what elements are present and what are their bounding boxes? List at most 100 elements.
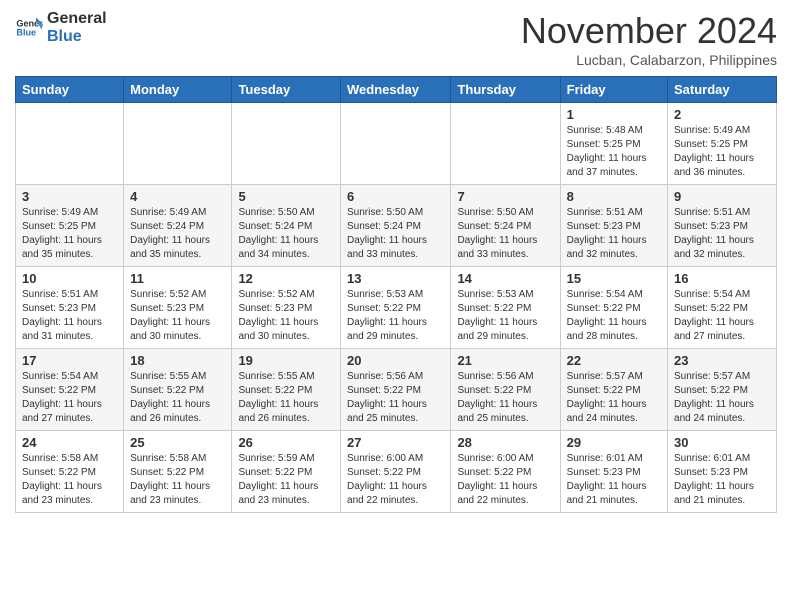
calendar-cell: 3 Sunrise: 5:49 AMSunset: 5:25 PMDaylight…	[16, 185, 124, 267]
day-number: 12	[238, 271, 334, 286]
day-info: Sunrise: 5:52 AMSunset: 5:23 PMDaylight:…	[238, 288, 334, 344]
day-info: Sunrise: 5:58 AMSunset: 5:22 PMDaylight:…	[22, 452, 117, 508]
day-number: 28	[457, 435, 553, 450]
week-row-2: 3 Sunrise: 5:49 AMSunset: 5:25 PMDaylight…	[16, 185, 777, 267]
calendar-cell: 27 Sunrise: 6:00 AMSunset: 5:22 PMDayligh…	[341, 431, 451, 513]
day-info: Sunrise: 5:53 AMSunset: 5:22 PMDaylight:…	[347, 288, 444, 344]
day-number: 4	[130, 189, 225, 204]
day-info: Sunrise: 5:49 AMSunset: 5:25 PMDaylight:…	[674, 124, 770, 180]
calendar-cell: 21 Sunrise: 5:56 AMSunset: 5:22 PMDayligh…	[451, 349, 560, 431]
calendar-cell: 14Sunrise: 5:53 AMSunset: 5:22 PMDayligh…	[451, 267, 560, 349]
day-info: Sunrise: 5:50 AMSunset: 5:24 PMDaylight:…	[457, 206, 553, 262]
day-number: 11	[130, 271, 225, 286]
calendar-cell	[124, 103, 232, 185]
day-number: 5	[238, 189, 334, 204]
logo-icon: General Blue	[15, 14, 43, 42]
calendar-cell: 16 Sunrise: 5:54 AMSunset: 5:22 PMDayligh…	[668, 267, 777, 349]
day-info: Sunrise: 5:51 AMSunset: 5:23 PMDaylight:…	[567, 206, 661, 262]
weekday-header-sunday: Sunday	[16, 77, 124, 103]
day-info: Sunrise: 5:50 AMSunset: 5:24 PMDaylight:…	[347, 206, 444, 262]
calendar-cell	[451, 103, 560, 185]
week-row-3: 10Sunrise: 5:51 AMSunset: 5:23 PMDayligh…	[16, 267, 777, 349]
calendar-cell: 2 Sunrise: 5:49 AMSunset: 5:25 PMDaylight…	[668, 103, 777, 185]
logo-general: General	[47, 10, 107, 28]
calendar-cell	[232, 103, 341, 185]
calendar-cell: 15Sunrise: 5:54 AMSunset: 5:22 PMDayligh…	[560, 267, 667, 349]
day-info: Sunrise: 5:55 AMSunset: 5:22 PMDaylight:…	[130, 370, 225, 426]
day-info: Sunrise: 5:56 AMSunset: 5:22 PMDaylight:…	[347, 370, 444, 426]
calendar-cell: 30 Sunrise: 6:01 AMSunset: 5:23 PMDayligh…	[668, 431, 777, 513]
day-info: Sunrise: 5:57 AMSunset: 5:22 PMDaylight:…	[674, 370, 770, 426]
calendar-cell: 5 Sunrise: 5:50 AMSunset: 5:24 PMDaylight…	[232, 185, 341, 267]
weekday-header-thursday: Thursday	[451, 77, 560, 103]
day-info: Sunrise: 5:54 AMSunset: 5:22 PMDaylight:…	[22, 370, 117, 426]
weekday-header-tuesday: Tuesday	[232, 77, 341, 103]
day-number: 20	[347, 353, 444, 368]
calendar-cell: 24 Sunrise: 5:58 AMSunset: 5:22 PMDayligh…	[16, 431, 124, 513]
week-row-4: 17 Sunrise: 5:54 AMSunset: 5:22 PMDayligh…	[16, 349, 777, 431]
day-number: 30	[674, 435, 770, 450]
day-info: Sunrise: 5:50 AMSunset: 5:24 PMDaylight:…	[238, 206, 334, 262]
calendar-cell: 10Sunrise: 5:51 AMSunset: 5:23 PMDayligh…	[16, 267, 124, 349]
day-number: 25	[130, 435, 225, 450]
title-block: November 2024 Lucban, Calabarzon, Philip…	[521, 10, 777, 68]
day-info: Sunrise: 6:01 AMSunset: 5:23 PMDaylight:…	[567, 452, 661, 508]
day-info: Sunrise: 6:01 AMSunset: 5:23 PMDaylight:…	[674, 452, 770, 508]
svg-text:Blue: Blue	[16, 27, 36, 37]
calendar-cell: 12 Sunrise: 5:52 AMSunset: 5:23 PMDayligh…	[232, 267, 341, 349]
day-number: 15	[567, 271, 661, 286]
day-number: 23	[674, 353, 770, 368]
day-number: 6	[347, 189, 444, 204]
weekday-header-wednesday: Wednesday	[341, 77, 451, 103]
day-number: 8	[567, 189, 661, 204]
day-info: Sunrise: 5:49 AMSunset: 5:25 PMDaylight:…	[22, 206, 117, 262]
day-info: Sunrise: 5:57 AMSunset: 5:22 PMDaylight:…	[567, 370, 661, 426]
day-info: Sunrise: 5:49 AMSunset: 5:24 PMDaylight:…	[130, 206, 225, 262]
calendar-cell	[16, 103, 124, 185]
weekday-header-saturday: Saturday	[668, 77, 777, 103]
calendar-cell: 11Sunrise: 5:52 AMSunset: 5:23 PMDayligh…	[124, 267, 232, 349]
day-info: Sunrise: 5:54 AMSunset: 5:22 PMDaylight:…	[674, 288, 770, 344]
day-info: Sunrise: 5:55 AMSunset: 5:22 PMDaylight:…	[238, 370, 334, 426]
day-number: 27	[347, 435, 444, 450]
day-info: Sunrise: 5:48 AMSunset: 5:25 PMDaylight:…	[567, 124, 661, 180]
day-info: Sunrise: 5:59 AMSunset: 5:22 PMDaylight:…	[238, 452, 334, 508]
day-number: 13	[347, 271, 444, 286]
calendar-cell: 17 Sunrise: 5:54 AMSunset: 5:22 PMDayligh…	[16, 349, 124, 431]
day-number: 2	[674, 107, 770, 122]
day-number: 24	[22, 435, 117, 450]
day-number: 7	[457, 189, 553, 204]
calendar-cell: 22 Sunrise: 5:57 AMSunset: 5:22 PMDayligh…	[560, 349, 667, 431]
week-row-1: 1Sunrise: 5:48 AMSunset: 5:25 PMDaylight…	[16, 103, 777, 185]
location: Lucban, Calabarzon, Philippines	[521, 52, 777, 68]
day-number: 21	[457, 353, 553, 368]
weekday-header-monday: Monday	[124, 77, 232, 103]
calendar-cell: 9Sunrise: 5:51 AMSunset: 5:23 PMDaylight…	[668, 185, 777, 267]
calendar-cell: 26Sunrise: 5:59 AMSunset: 5:22 PMDayligh…	[232, 431, 341, 513]
calendar-cell: 29Sunrise: 6:01 AMSunset: 5:23 PMDayligh…	[560, 431, 667, 513]
day-number: 10	[22, 271, 117, 286]
day-info: Sunrise: 5:56 AMSunset: 5:22 PMDaylight:…	[457, 370, 553, 426]
day-info: Sunrise: 5:53 AMSunset: 5:22 PMDaylight:…	[457, 288, 553, 344]
day-number: 19	[238, 353, 334, 368]
day-info: Sunrise: 5:51 AMSunset: 5:23 PMDaylight:…	[674, 206, 770, 262]
day-info: Sunrise: 6:00 AMSunset: 5:22 PMDaylight:…	[347, 452, 444, 508]
day-number: 22	[567, 353, 661, 368]
calendar-cell: 28 Sunrise: 6:00 AMSunset: 5:22 PMDayligh…	[451, 431, 560, 513]
calendar-cell: 1Sunrise: 5:48 AMSunset: 5:25 PMDaylight…	[560, 103, 667, 185]
day-number: 17	[22, 353, 117, 368]
day-info: Sunrise: 6:00 AMSunset: 5:22 PMDaylight:…	[457, 452, 553, 508]
page-header: General Blue General Blue November 2024 L…	[15, 10, 777, 68]
calendar-cell: 6 Sunrise: 5:50 AMSunset: 5:24 PMDaylight…	[341, 185, 451, 267]
week-row-5: 24 Sunrise: 5:58 AMSunset: 5:22 PMDayligh…	[16, 431, 777, 513]
day-number: 18	[130, 353, 225, 368]
calendar-cell: 4 Sunrise: 5:49 AMSunset: 5:24 PMDaylight…	[124, 185, 232, 267]
day-info: Sunrise: 5:58 AMSunset: 5:22 PMDaylight:…	[130, 452, 225, 508]
calendar-cell: 8 Sunrise: 5:51 AMSunset: 5:23 PMDaylight…	[560, 185, 667, 267]
calendar-cell: 13 Sunrise: 5:53 AMSunset: 5:22 PMDayligh…	[341, 267, 451, 349]
calendar-cell: 18 Sunrise: 5:55 AMSunset: 5:22 PMDayligh…	[124, 349, 232, 431]
day-number: 3	[22, 189, 117, 204]
calendar-cell: 23 Sunrise: 5:57 AMSunset: 5:22 PMDayligh…	[668, 349, 777, 431]
day-number: 16	[674, 271, 770, 286]
month-title: November 2024	[521, 10, 777, 52]
